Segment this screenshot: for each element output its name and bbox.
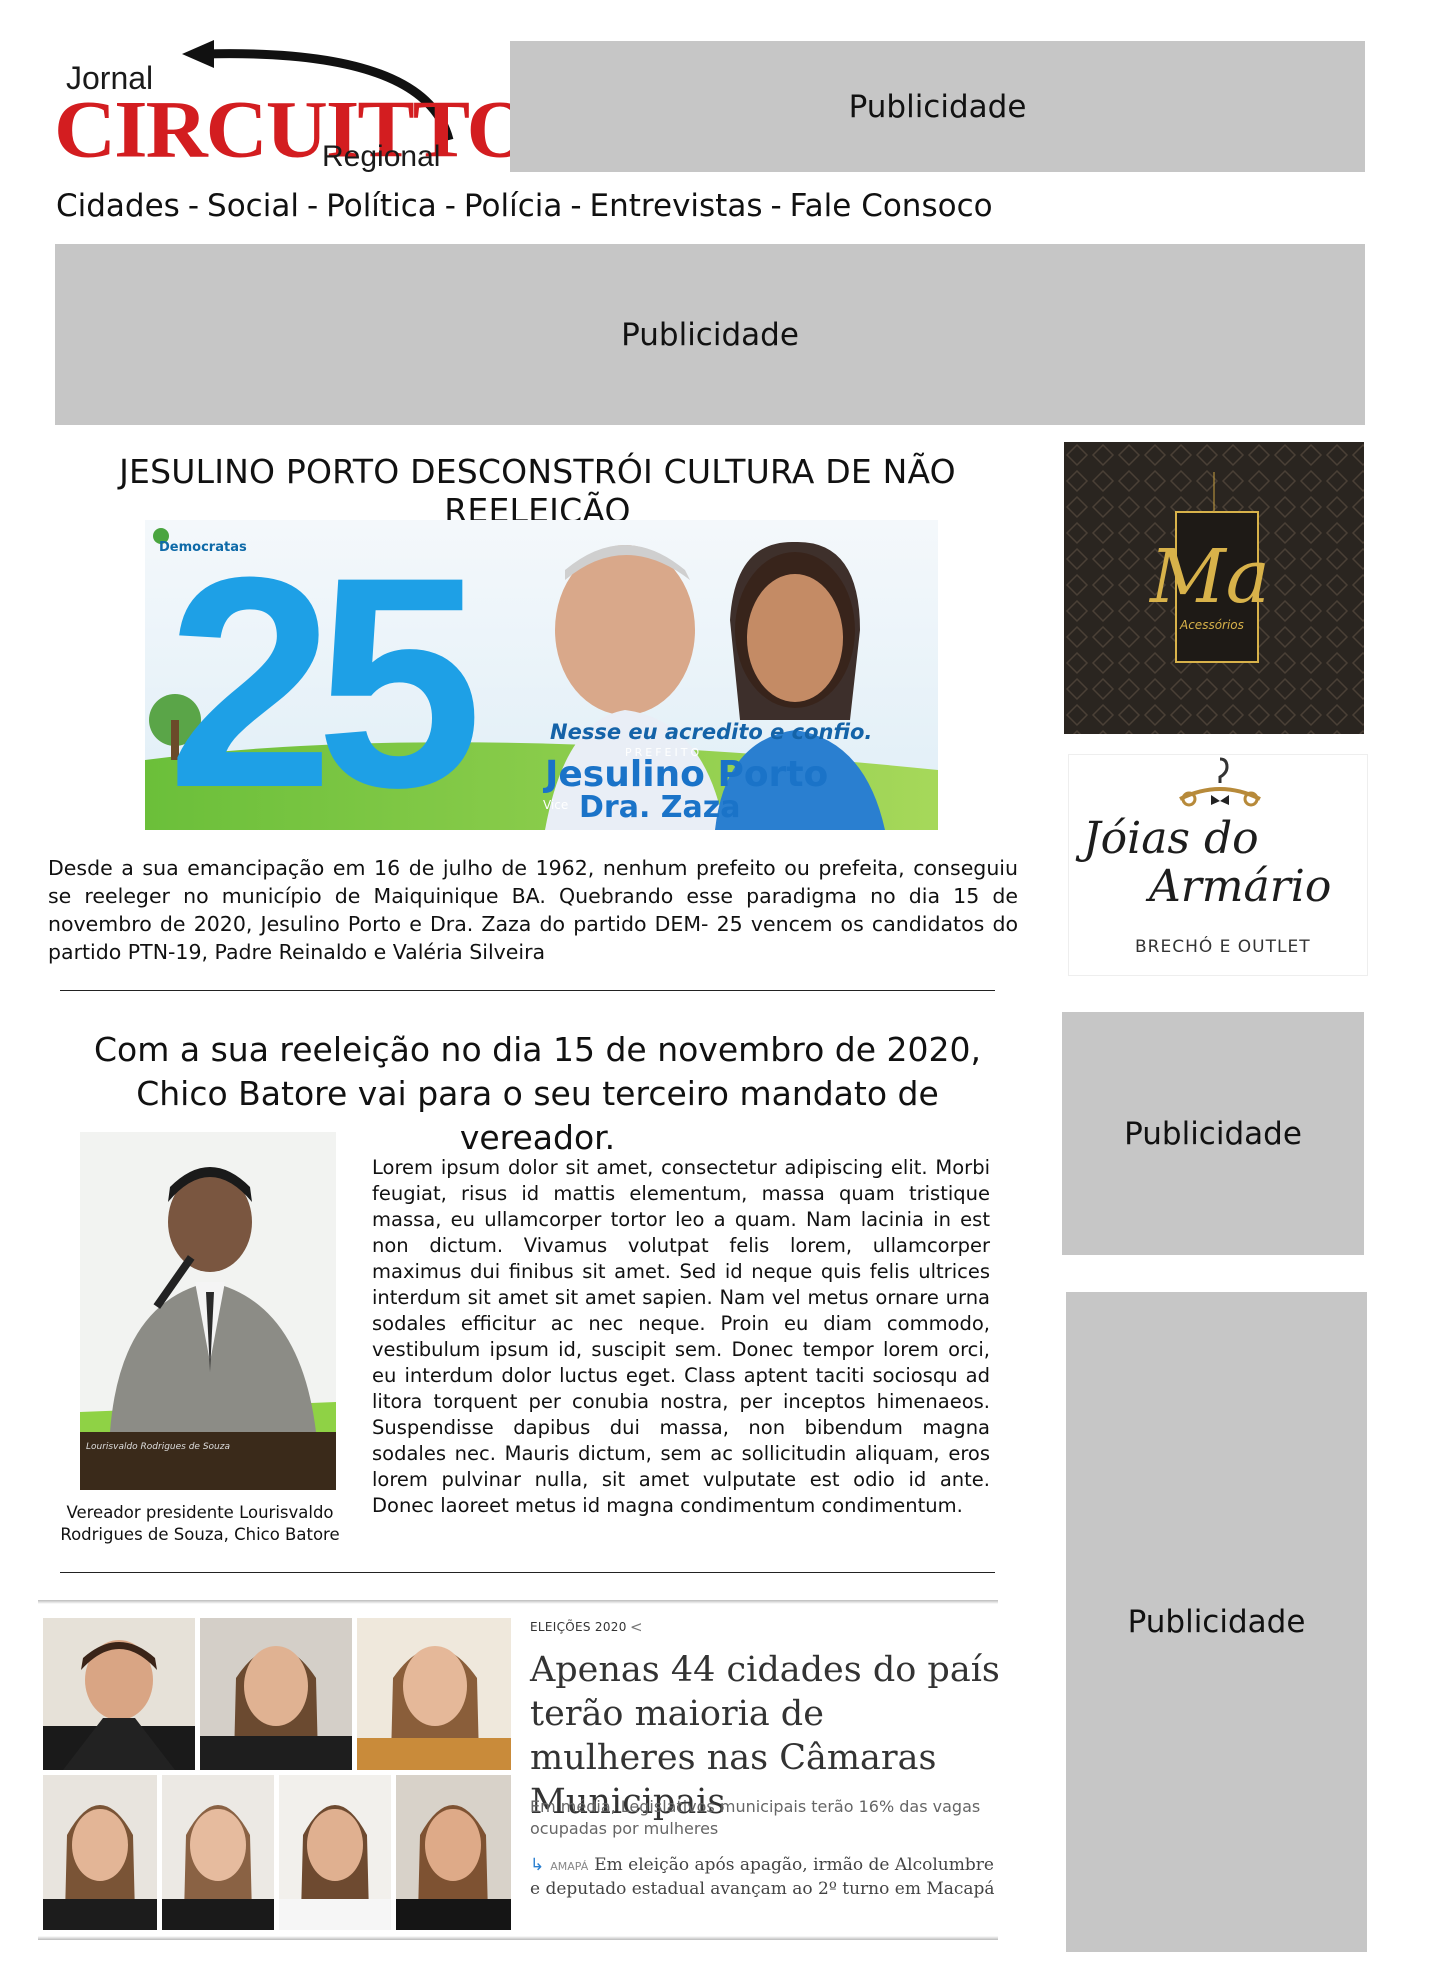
ad-sidebar-middle-label: Publicidade (1124, 1115, 1302, 1152)
clip-subtitle: Em média, Legislativos municipais terão … (530, 1797, 981, 1838)
nav-item-politica[interactable]: Política (326, 188, 437, 224)
ma-logo: Ma (1150, 534, 1270, 620)
ad-sidebar-tall-label: Publicidade (1127, 1604, 1306, 1640)
divider (60, 1572, 995, 1573)
arrow-right-icon: ↳ (530, 1855, 545, 1875)
banner-vice-name: Dra. Zaza (579, 790, 741, 825)
photo-cell (43, 1618, 195, 1770)
ad-top[interactable]: Publicidade (510, 41, 1365, 172)
ad-wide-label: Publicidade (621, 316, 799, 353)
clip-kicker: ELEIÇÕES 2020 (530, 1620, 627, 1634)
divider (60, 990, 995, 991)
ad-wide[interactable]: Publicidade (55, 244, 1365, 425)
women-photo-grid (43, 1618, 511, 1930)
photo-cell (279, 1775, 391, 1930)
nav-separator: - (306, 188, 319, 224)
article1-title[interactable]: JESULINO PORTO DESCONSTRÓI CULTURA DE NÃ… (60, 452, 1015, 530)
clip-related-link[interactable]: ↳ AMAPÁ Em eleição após apagão, irmão de A… (530, 1854, 1000, 1901)
nav-item-policia[interactable]: Polícia (464, 188, 562, 224)
photo-cell (357, 1618, 511, 1770)
related-tag: AMAPÁ (550, 1860, 589, 1873)
banner-number: 25 (167, 520, 483, 830)
logo-regional: Regional (322, 140, 441, 173)
share-icon[interactable]: < (630, 1618, 643, 1636)
ad-ma-acessorios[interactable]: Ma Acessórios (1064, 442, 1364, 734)
nav-item-cidades[interactable]: Cidades (56, 188, 180, 224)
hanger-icon (1179, 757, 1261, 807)
joias-line1: Jóias do (1083, 813, 1259, 864)
nav-separator: - (444, 188, 456, 224)
vereador-photo: Lourisvaldo Rodrigues de Souza (80, 1132, 336, 1490)
banner-slogan: Nesse eu acredito e confio. (550, 720, 873, 744)
main-nav: Cidades - Social - Política - Polícia - Entrevis… (56, 188, 993, 224)
ad-sidebar-tall[interactable]: Publicidade (1066, 1292, 1367, 1952)
clip-shadow (38, 1936, 998, 1940)
article2-body: Lorem ipsum dolor sit amet, consectetur … (372, 1156, 990, 1517)
photo-cell (162, 1775, 274, 1930)
photo-cell (396, 1775, 511, 1930)
joias-sub: BRECHÓ E OUTLET (1135, 937, 1311, 957)
campaign-banner: Democratas 25 Nesse eu acredito e confio… (145, 520, 938, 830)
photo-cell (43, 1775, 157, 1930)
related-text: Em eleição após apagão, irmão de Alcolum… (530, 1855, 995, 1899)
ma-sub: Acessórios (1180, 618, 1244, 632)
banner-vice-label: Vice (543, 798, 569, 812)
nav-separator: - (187, 188, 200, 224)
site-logo[interactable]: Jornal CIRCUITTO Regional (54, 40, 533, 175)
nav-item-social[interactable]: Social (207, 188, 299, 224)
logo-circuitto: CIRCUITTO (54, 83, 533, 175)
joias-line2: Armário (1149, 861, 1332, 912)
photo-caption: Vereador presidente Lourisvaldo Rodrigue… (60, 1503, 340, 1544)
nav-item-fale-consoco[interactable]: Fale Consoco (790, 188, 993, 224)
ad-sidebar-middle[interactable]: Publicidade (1062, 1012, 1364, 1255)
ad-top-label: Publicidade (848, 88, 1027, 125)
clip-shadow (38, 1600, 998, 1604)
nav-separator: - (770, 188, 782, 224)
banner-name: Jesulino Porto (545, 754, 829, 795)
article1-body: Desde a sua emancipação em 16 de julho d… (48, 856, 1018, 964)
news-clip[interactable]: ELEIÇÕES 2020 < Apenas 44 cidades do paí… (38, 1600, 1000, 1940)
ad-joias-do-armario[interactable]: Jóias do Armário BRECHÓ E OUTLET (1068, 754, 1368, 976)
nameplate: Lourisvaldo Rodrigues de Souza (86, 1442, 230, 1452)
photo-cell (200, 1618, 352, 1770)
nav-separator: - (570, 188, 582, 224)
nav-item-entrevistas[interactable]: Entrevistas (590, 188, 763, 224)
